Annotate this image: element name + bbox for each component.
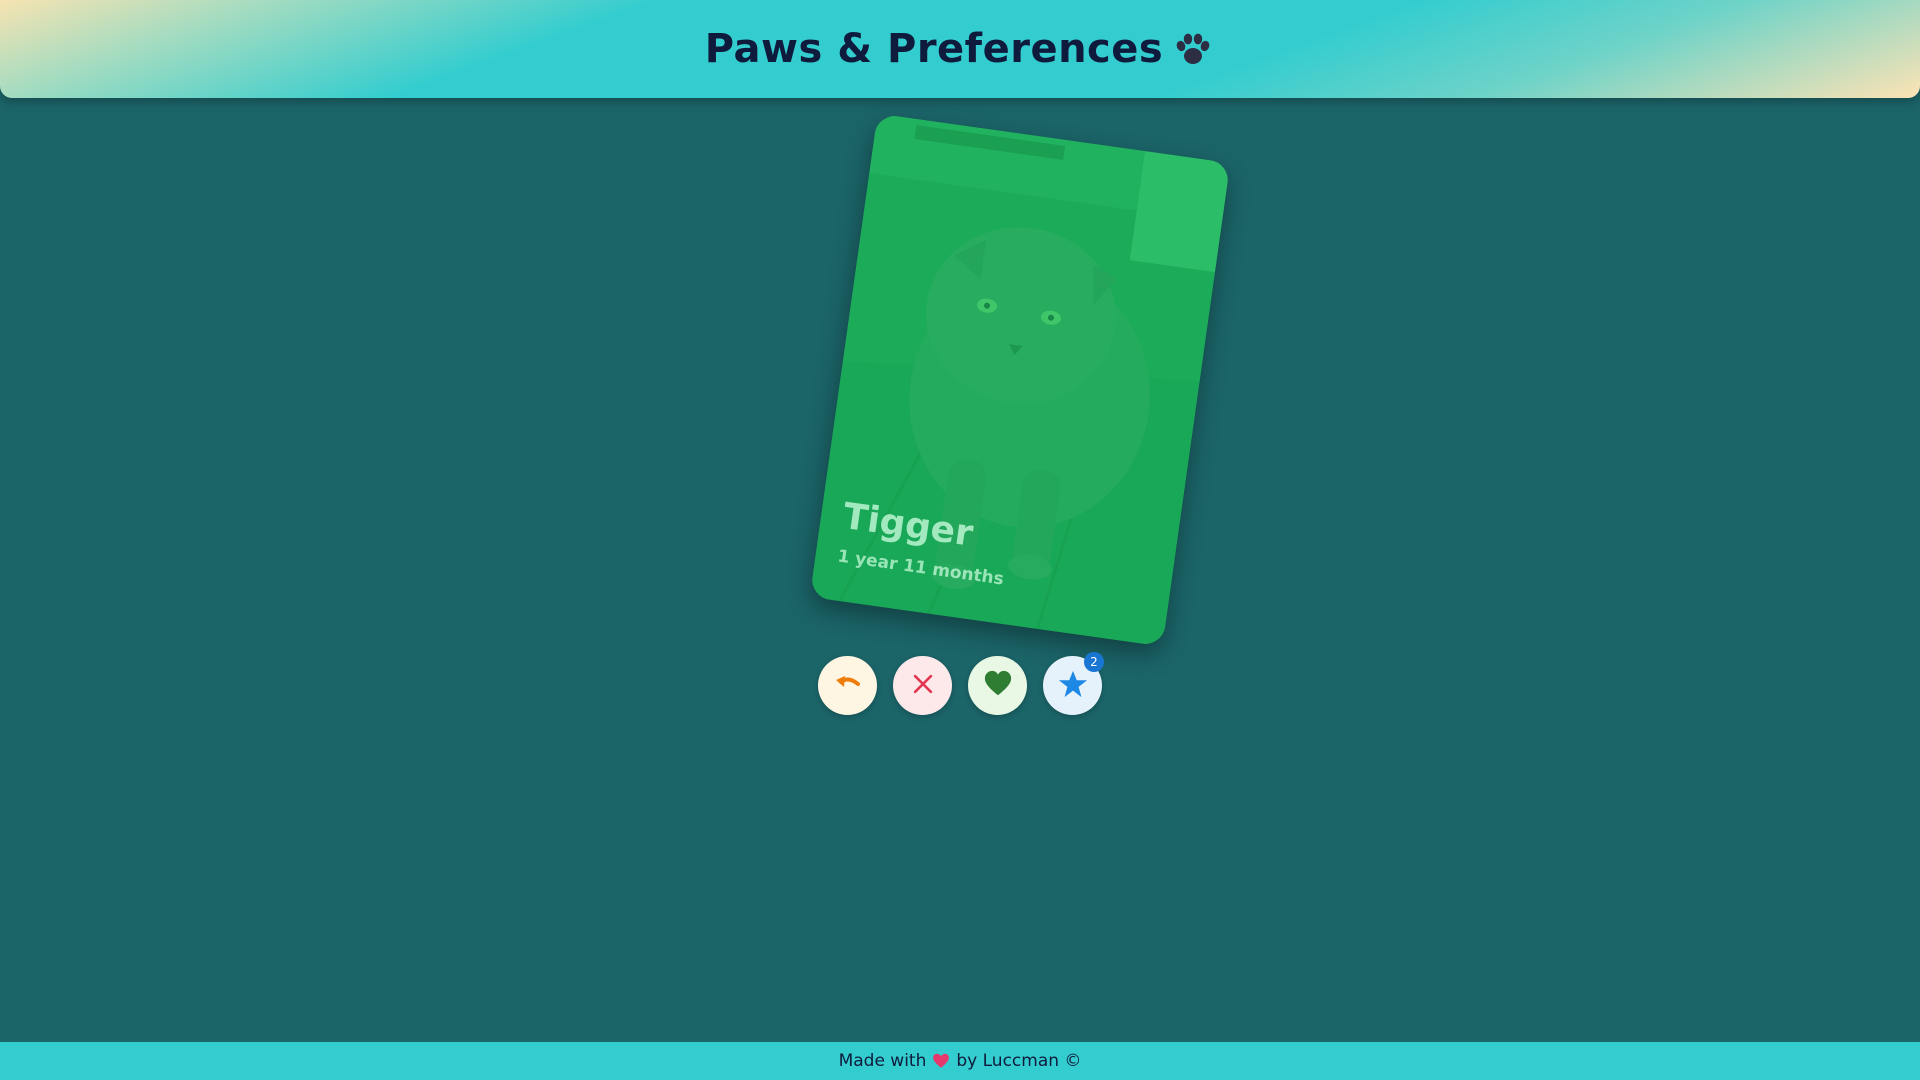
- action-bar: 2: [818, 652, 1104, 715]
- app-header: Paws & Preferences: [0, 0, 1920, 98]
- undo-icon: [832, 668, 864, 703]
- favorites-count-badge: 2: [1084, 652, 1104, 672]
- heart-icon: [932, 1053, 950, 1069]
- page-title: Paws & Preferences: [705, 26, 1215, 72]
- pet-card[interactable]: Tigger 1 year 11 months: [809, 113, 1231, 647]
- star-icon: [1058, 669, 1088, 702]
- app-footer: Made with by Luccman ©: [0, 1042, 1920, 1080]
- like-button[interactable]: [968, 656, 1027, 715]
- footer-made-with: Made with: [838, 1051, 927, 1071]
- page-title-text: Paws & Preferences: [704, 26, 1164, 72]
- paw-icon: [1171, 27, 1215, 71]
- favorites-button[interactable]: 2: [1043, 652, 1104, 715]
- undo-button[interactable]: [818, 656, 877, 715]
- footer-author: by Luccman ©: [956, 1051, 1082, 1071]
- heart-icon: [983, 669, 1013, 702]
- dislike-button[interactable]: [893, 656, 952, 715]
- pet-card-body[interactable]: Tigger 1 year 11 months: [809, 113, 1231, 647]
- close-icon: [909, 670, 937, 701]
